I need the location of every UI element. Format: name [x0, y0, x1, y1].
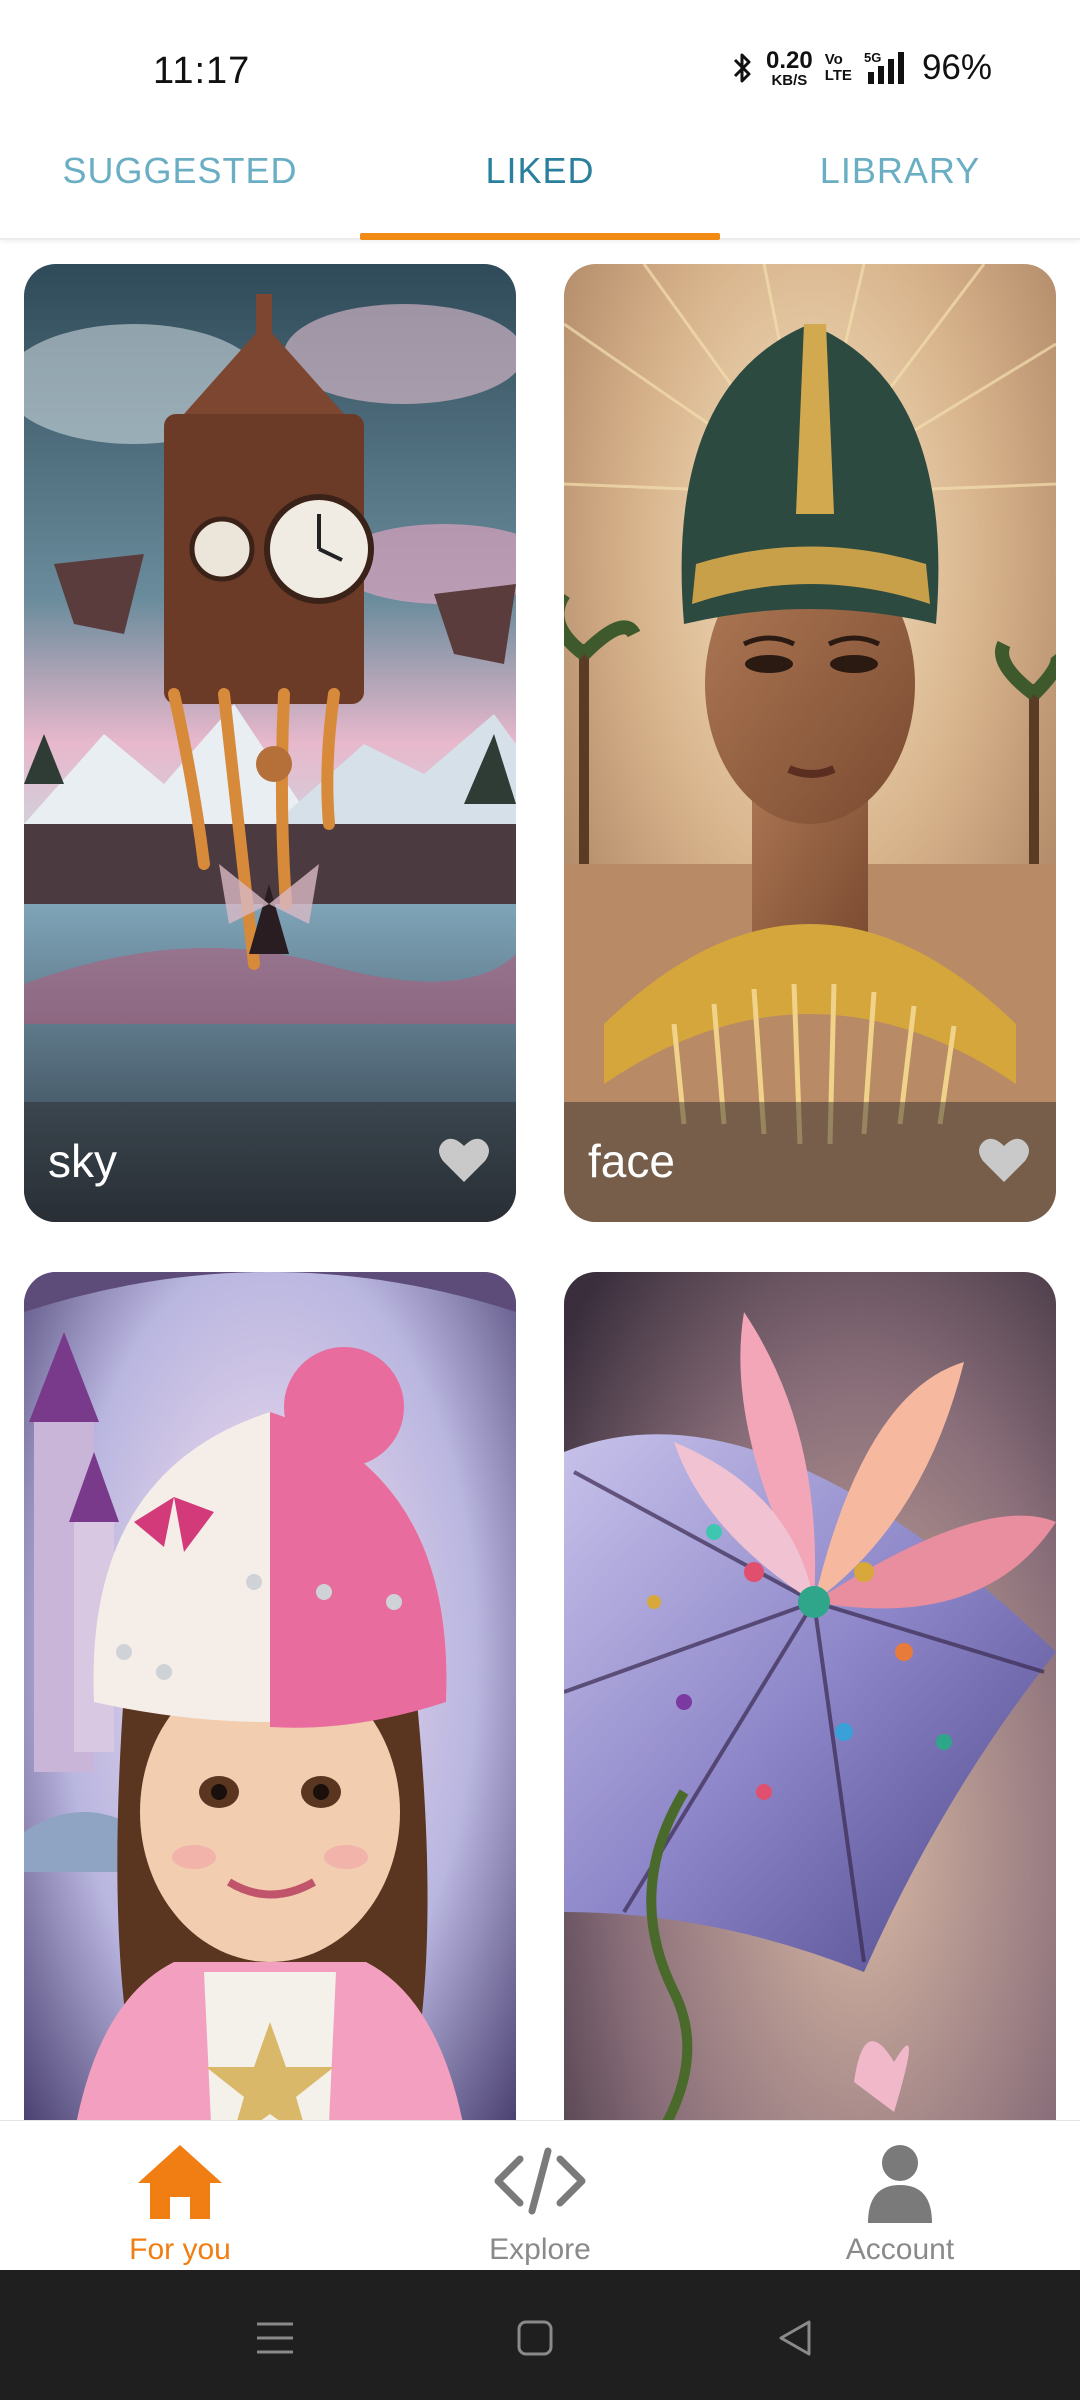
svg-text:5G: 5G [864, 50, 881, 65]
nav-label-account: Account [845, 2233, 955, 2266]
network-speed: 0.20 KB/S [766, 46, 813, 89]
card-caption: sky [24, 1102, 516, 1222]
status-bar: 11:17 0.20 KB/S Vo LTE 5G 96% [0, 0, 1080, 120]
status-time: 11:17 [153, 50, 251, 92]
tab-suggested[interactable]: SUGGESTED [0, 150, 360, 192]
tab-indicator [360, 233, 720, 240]
status-icons: 0.20 KB/S Vo LTE 5G 96% [732, 48, 992, 88]
card-jeweled-umbrella[interactable] [564, 1272, 1056, 2120]
nav-label-for-you: For you [129, 2233, 231, 2266]
code-icon [494, 2147, 586, 2215]
card-image-clock-landscape [24, 264, 516, 1222]
home-icon [138, 2145, 222, 2219]
card-face[interactable]: face [564, 264, 1056, 1222]
tab-bar: SUGGESTED LIKED LIBRARY [0, 120, 1080, 240]
nav-label-explore: Explore [489, 2233, 591, 2266]
card-title: sky [48, 1135, 117, 1187]
tab-liked[interactable]: LIKED [360, 150, 720, 192]
bluetooth-icon [733, 53, 751, 83]
liked-grid: sky face [0, 242, 1080, 2120]
back-triangle-icon[interactable] [765, 2308, 825, 2368]
volte-indicator: Vo LTE [824, 51, 852, 84]
card-sky[interactable]: sky [24, 264, 516, 1222]
heart-icon[interactable] [978, 1136, 1030, 1184]
card-image-cartoon-girl [24, 1272, 516, 2120]
home-square-icon[interactable] [505, 2308, 565, 2368]
nav-for-you[interactable]: For you [0, 2121, 360, 2271]
tab-library[interactable]: LIBRARY [720, 150, 1080, 192]
heart-icon[interactable] [438, 1136, 490, 1184]
menu-icon[interactable] [245, 2308, 305, 2368]
battery-level: 96% [921, 48, 992, 87]
signal-icon: 5G [864, 50, 904, 84]
card-caption: face [564, 1102, 1056, 1222]
card-image-umbrella-flower [564, 1272, 1056, 2120]
bottom-nav: For you Explore Account [0, 2120, 1080, 2270]
system-nav-bar [0, 2270, 1080, 2400]
nav-account[interactable]: Account [720, 2121, 1080, 2271]
card-title: face [588, 1135, 675, 1187]
person-icon [868, 2145, 932, 2223]
card-image-egyptian-queen [564, 264, 1056, 1222]
nav-explore[interactable]: Explore [360, 2121, 720, 2271]
card-girl-hat[interactable] [24, 1272, 516, 2120]
